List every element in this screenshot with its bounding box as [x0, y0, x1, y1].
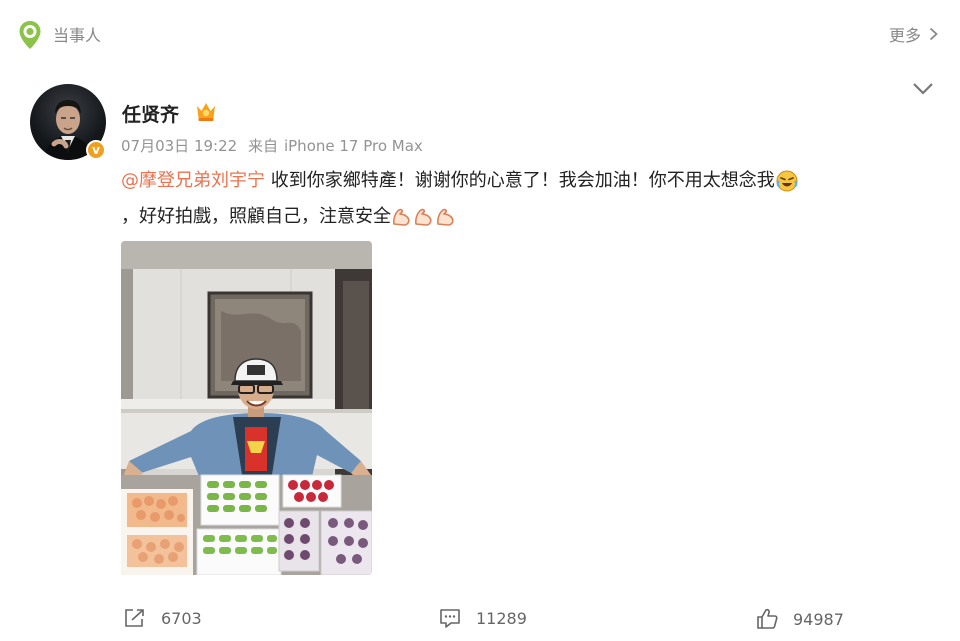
share-button[interactable]: 6703: [123, 607, 202, 629]
verified-badge: v: [86, 140, 106, 160]
member-crown-icon[interactable]: [194, 100, 218, 122]
topic-header: 当事人 更多: [0, 0, 960, 64]
like-button[interactable]: 94987: [755, 607, 844, 631]
post-photo[interactable]: [121, 241, 372, 575]
photo-illustration: [121, 241, 372, 575]
comment-button[interactable]: 11289: [438, 607, 527, 629]
post-text-part2: ，好好拍戲，照顧自己，注意安全: [121, 206, 391, 227]
like-count: 94987: [793, 609, 844, 629]
post-device: iPhone 17 Pro Max: [283, 137, 423, 155]
comment-count: 11289: [476, 608, 527, 628]
strong-arm-icon: [393, 208, 410, 226]
cry-laugh-emoji-icon: [776, 170, 798, 192]
topic-label: 当事人: [53, 26, 102, 45]
chevron-down-icon[interactable]: [912, 82, 934, 96]
comment-icon: [440, 609, 460, 628]
more-link[interactable]: 更多: [889, 22, 938, 46]
post-text-part1: 收到你家鄉特產！谢谢你的心意了！我会加油！你不用太想念我: [265, 170, 775, 191]
author-name[interactable]: 任贤齐: [122, 100, 179, 127]
strong-arm-icon: [437, 208, 454, 226]
author-avatar[interactable]: v: [30, 84, 106, 160]
strong-arm-icon: [415, 208, 432, 226]
more-label: 更多: [888, 26, 921, 45]
post-source-prefix: 来自: [247, 137, 278, 155]
chevron-right-icon: [929, 27, 938, 41]
share-count: 6703: [161, 608, 202, 628]
post-text: @摩登兄弟刘宇宁 收到你家鄉特產！谢谢你的心意了！我会加油！你不用太想念我 ，好…: [121, 163, 921, 235]
post-meta: 07月03日 19:22 来自 iPhone 17 Pro Max: [121, 135, 429, 156]
post-timestamp[interactable]: 07月03日 19:22: [121, 137, 237, 155]
share-icon: [125, 609, 144, 627]
thumbs-up-icon: [757, 608, 778, 629]
mention-link[interactable]: @摩登兄弟刘宇宁: [121, 170, 265, 191]
location-pin-icon: [19, 21, 41, 49]
